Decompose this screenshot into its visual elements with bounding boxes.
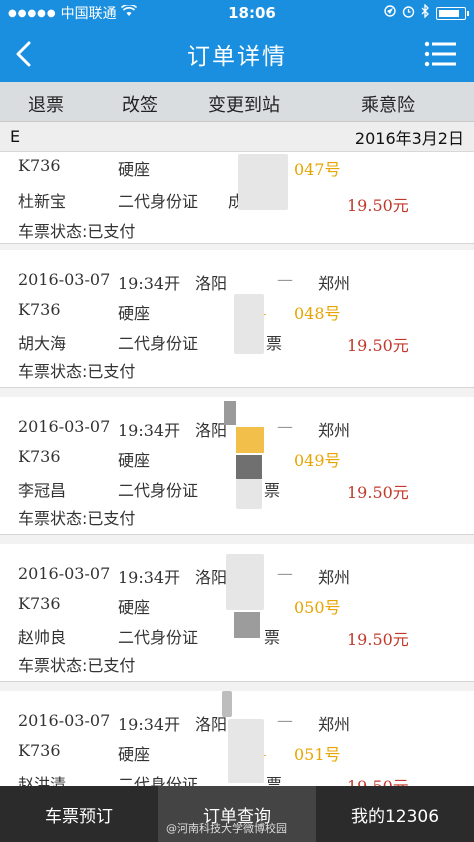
departure-date: 2016-03-07 bbox=[18, 564, 111, 583]
passenger-name: 赵洪清 bbox=[18, 775, 67, 786]
location-icon bbox=[384, 5, 396, 21]
battery-icon bbox=[436, 6, 469, 20]
ticket-type: 票 bbox=[266, 334, 283, 353]
list-menu-icon bbox=[424, 41, 456, 67]
ticket-status: 车票状态:已支付 bbox=[18, 656, 136, 675]
ticket-list: K736 硬座 1 047号 杜新宝 二代身份证 成 19.50元 车票状态:已… bbox=[0, 152, 474, 786]
seat-number: 050号 bbox=[294, 598, 341, 617]
to-station: 郑州 bbox=[318, 274, 351, 293]
passenger-name: 赵帅良 bbox=[18, 628, 67, 647]
order-id-prefix: E bbox=[10, 127, 21, 146]
bottom-nav-my-12306[interactable]: 我的12306 bbox=[316, 786, 474, 842]
back-button[interactable] bbox=[14, 26, 44, 82]
ticket-type: 票 bbox=[264, 481, 281, 500]
nav-bar: 订单详情 bbox=[0, 26, 474, 82]
departure-date: 2016-03-07 bbox=[18, 417, 111, 436]
ticket-card[interactable]: K736 硬座 1 047号 杜新宝 二代身份证 成 19.50元 车票状态:已… bbox=[0, 152, 474, 244]
redacted-area bbox=[238, 154, 288, 210]
mosaic-block bbox=[234, 612, 260, 638]
tab-travel-insurance[interactable]: 乘意险 bbox=[361, 91, 415, 117]
ticket-status: 车票状态:已支付 bbox=[18, 222, 136, 241]
seat-type: 硬座 bbox=[118, 304, 151, 323]
ticket-status: 车票状态:已支付 bbox=[18, 509, 136, 528]
train-number: K736 bbox=[18, 156, 61, 175]
status-bar: ●●●●● 中国联通 18:06 bbox=[0, 0, 474, 26]
ticket-status: 车票状态:已支付 bbox=[18, 362, 136, 381]
id-type: 二代身份证 bbox=[118, 334, 199, 353]
chevron-left-icon bbox=[16, 41, 31, 67]
train-number: K736 bbox=[18, 447, 61, 466]
order-date: 2016年3月2日 bbox=[354, 128, 464, 148]
ticket-price: 19.50元 bbox=[347, 630, 409, 649]
to-station: 郑州 bbox=[318, 421, 351, 440]
id-type: 二代身份证 bbox=[118, 192, 199, 211]
seat-type: 硬座 bbox=[118, 160, 151, 179]
ticket-price: 19.50元 bbox=[347, 336, 409, 355]
train-number: K736 bbox=[18, 300, 61, 319]
id-type: 二代身份证 bbox=[118, 775, 199, 786]
order-date-row: E 2016年3月2日 bbox=[0, 122, 474, 152]
to-station: 郑州 bbox=[318, 715, 351, 734]
departure-time: 19:34开 bbox=[118, 274, 181, 293]
seat-number: 049号 bbox=[294, 451, 341, 470]
wifi-icon bbox=[120, 3, 137, 21]
from-station: 洛阳 bbox=[195, 274, 228, 293]
tab-refund[interactable]: 退票 bbox=[28, 91, 64, 117]
train-number: K736 bbox=[18, 741, 61, 760]
alarm-icon bbox=[402, 5, 415, 22]
id-type: 二代身份证 bbox=[118, 628, 199, 647]
to-station: 郑州 bbox=[318, 568, 351, 587]
seat-type: 硬座 bbox=[118, 745, 151, 764]
train-number: K736 bbox=[18, 594, 61, 613]
passenger-name: 李冠昌 bbox=[18, 481, 67, 500]
departure-time: 19:34开 bbox=[118, 715, 181, 734]
departure-date: 2016-03-07 bbox=[18, 270, 111, 289]
from-station: 洛阳 bbox=[195, 421, 228, 440]
passenger-name: 杜新宝 bbox=[18, 192, 67, 211]
arrow-icon: — bbox=[277, 417, 293, 436]
ticket-type: 票 bbox=[264, 628, 281, 647]
seat-type: 硬座 bbox=[118, 451, 151, 470]
mosaic-block bbox=[236, 455, 262, 479]
action-tabs: 退票 改签 变更到站 乘意险 bbox=[0, 82, 474, 122]
redacted-area bbox=[228, 719, 264, 783]
mosaic-block bbox=[224, 401, 236, 425]
departure-date: 2016-03-07 bbox=[18, 711, 111, 730]
redacted-area bbox=[236, 479, 262, 509]
redacted-area bbox=[226, 554, 264, 610]
ticket-price: 19.50元 bbox=[347, 483, 409, 502]
ticket-price: 19.50元 bbox=[347, 196, 409, 215]
seat-number: 051号 bbox=[294, 745, 341, 764]
ticket-type: 票 bbox=[266, 775, 283, 786]
id-type: 二代身份证 bbox=[118, 481, 199, 500]
bluetooth-icon bbox=[421, 3, 430, 22]
departure-time: 19:34开 bbox=[118, 421, 181, 440]
mosaic-block bbox=[222, 691, 232, 717]
arrow-icon: — bbox=[277, 564, 293, 583]
signal-icon: ●●●●● bbox=[8, 7, 57, 19]
ticket-card[interactable]: 2016-03-07 19:34开 洛阳 — 郑州 K736 硬座 1 048号… bbox=[0, 250, 474, 388]
carrier-label: 中国联通 bbox=[60, 6, 117, 22]
redacted-area bbox=[234, 294, 264, 354]
menu-button[interactable] bbox=[424, 40, 456, 68]
passenger-name: 胡大海 bbox=[18, 334, 67, 353]
ticket-price: 19.50元 bbox=[347, 773, 409, 786]
seat-number: 048号 bbox=[294, 304, 341, 323]
mosaic-block bbox=[236, 427, 264, 453]
page-title: 订单详情 bbox=[187, 44, 287, 70]
from-station: 洛阳 bbox=[195, 568, 228, 587]
tab-change-ticket[interactable]: 改签 bbox=[122, 91, 158, 117]
departure-time: 19:34开 bbox=[118, 568, 181, 587]
bottom-nav-book-ticket[interactable]: 车票预订 bbox=[0, 786, 158, 842]
watermark: @河南科技大学微博校园 bbox=[166, 822, 287, 835]
seat-type: 硬座 bbox=[118, 598, 151, 617]
arrow-icon: — bbox=[277, 270, 293, 289]
clock: 18:06 bbox=[228, 4, 276, 22]
tab-change-destination[interactable]: 变更到站 bbox=[208, 91, 280, 117]
seat-number: 047号 bbox=[294, 160, 341, 179]
ticket-card[interactable]: 2016-03-07 19:34开 洛阳 — 郑州 K736 硬座 1 051号… bbox=[0, 691, 474, 786]
ticket-card[interactable]: 2016-03-07 19:34开 洛阳 — 郑州 K736 硬座 050号 赵… bbox=[0, 544, 474, 682]
ticket-card[interactable]: 2016-03-07 19:34开 洛阳 — 郑州 K736 硬座 049号 李… bbox=[0, 397, 474, 535]
arrow-icon: — bbox=[277, 711, 293, 730]
